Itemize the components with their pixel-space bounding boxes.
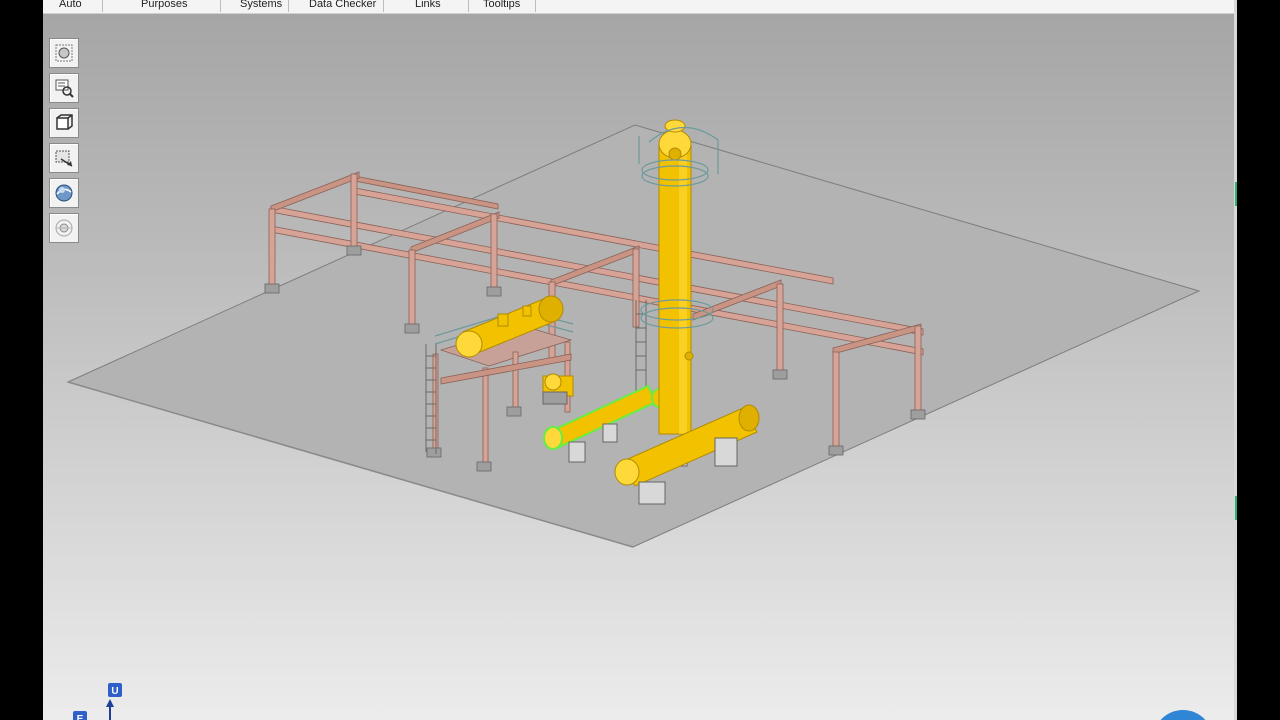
axis-east-label: E: [77, 714, 84, 720]
tab-auto[interactable]: Auto: [59, 0, 82, 11]
left-black-strip: [0, 0, 43, 720]
axis-triad: U E: [73, 683, 122, 720]
menu-separator: [468, 0, 469, 12]
normal-view-button[interactable]: [49, 108, 79, 138]
menu-separator: [220, 0, 221, 12]
tab-purposes[interactable]: Purposes: [141, 0, 187, 11]
right-black-strip: [1237, 0, 1280, 720]
menu-separator: [288, 0, 289, 12]
menu-separator: [383, 0, 384, 12]
pan-button[interactable]: [49, 143, 79, 173]
normal-view-icon: [56, 114, 73, 130]
tab-links[interactable]: Links: [415, 0, 441, 11]
distillation-column[interactable]: [658, 119, 694, 467]
tab-data-checker[interactable]: Data Checker: [309, 0, 376, 11]
menu-separator: [102, 0, 103, 12]
fit-all-button[interactable]: [49, 38, 79, 68]
tab-tooltips[interactable]: Tooltips: [483, 0, 520, 11]
3d-viewport[interactable]: U E: [43, 14, 1234, 720]
ribbon-tab-bar: Auto Purposes Systems Data Checker Links…: [43, 0, 1234, 14]
fly-mode-button[interactable]: [49, 213, 79, 243]
pan-icon: [55, 150, 73, 167]
plant-model-scene[interactable]: [43, 14, 1234, 720]
fly-mode-icon: [55, 219, 73, 237]
zoom-area-button[interactable]: [49, 73, 79, 103]
zoom-area-icon: [55, 79, 74, 98]
axis-up-label: U: [111, 686, 118, 697]
tab-systems[interactable]: Systems: [240, 0, 282, 11]
rotate-button[interactable]: [49, 178, 79, 208]
rotate-icon: [55, 184, 73, 202]
menu-separator: [535, 0, 536, 12]
fit-all-icon: [55, 44, 73, 62]
